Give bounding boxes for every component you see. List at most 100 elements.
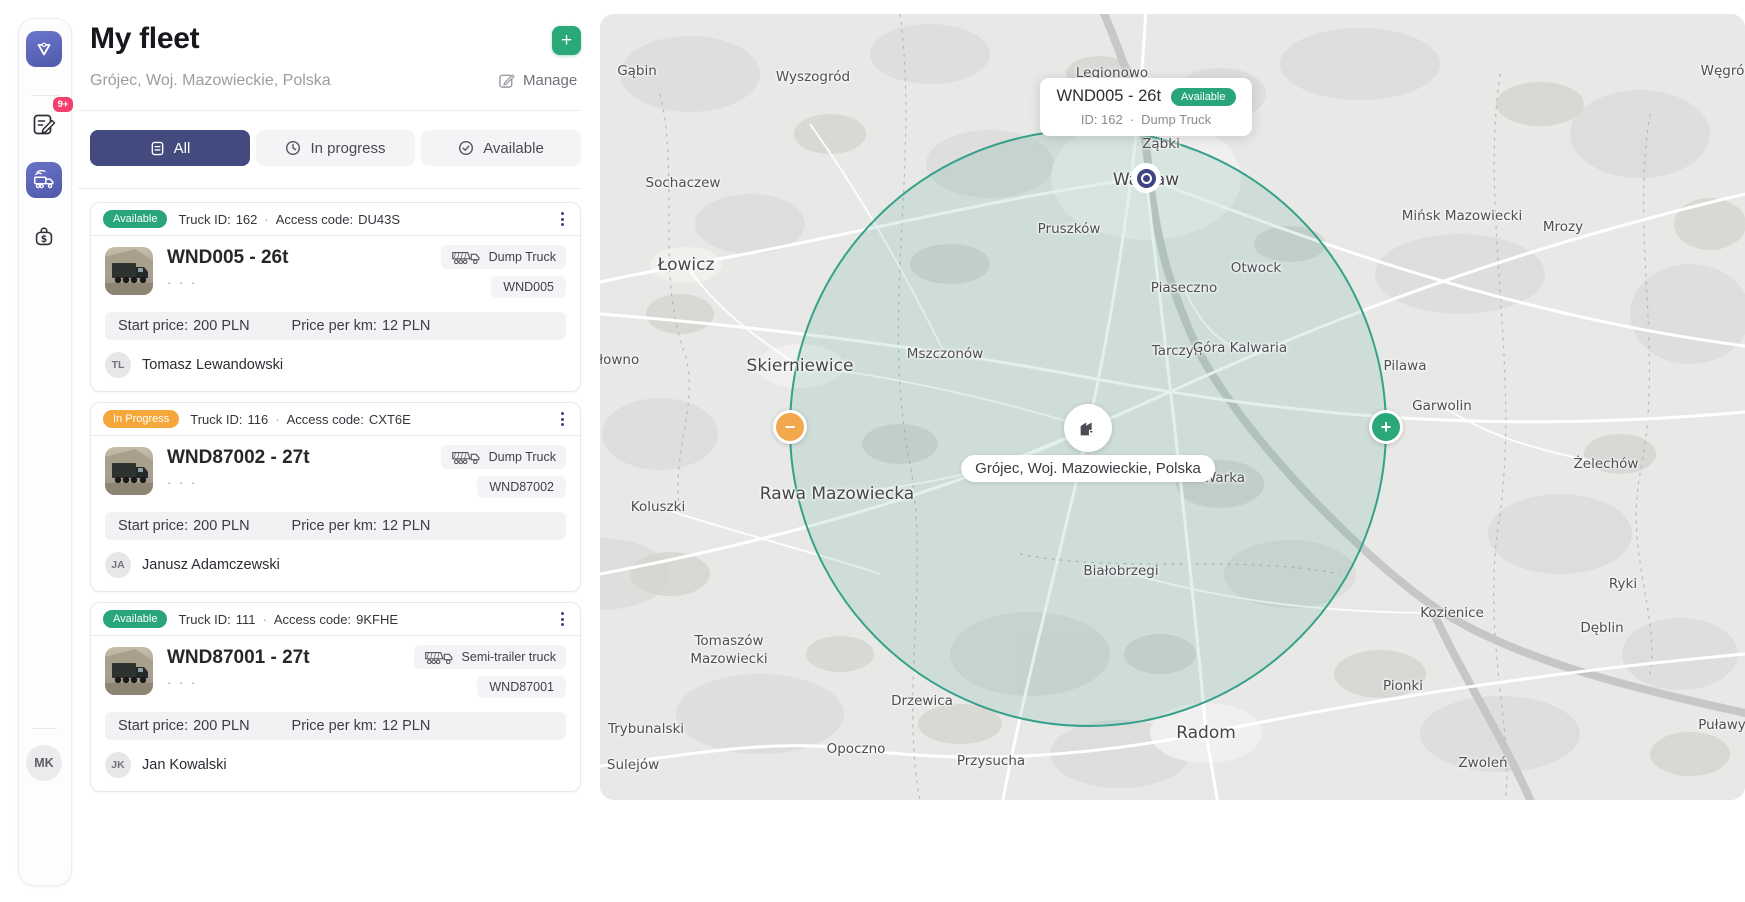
truck-card[interactable]: In Progress Truck ID:116 · Access code:C… — [90, 402, 581, 592]
map-city-label: Gąbin — [617, 63, 657, 79]
logo-icon — [33, 38, 55, 60]
map-city-label: Ryki — [1609, 576, 1637, 592]
app-logo[interactable] — [26, 31, 62, 67]
map-city-label: Drzewica — [891, 693, 953, 709]
app-window: 9+ $ MK My fleet + Grójec, Woj. Mazowiec… — [0, 0, 1745, 902]
card-menu-button[interactable] — [557, 408, 568, 430]
card-menu-button[interactable] — [557, 608, 568, 630]
rail-divider — [31, 95, 59, 96]
fleet-base-label: Grójec, Woj. Mazowieckie, Polska — [961, 455, 1215, 482]
add-truck-button[interactable]: + — [552, 26, 581, 55]
notification-badge: 9+ — [53, 97, 73, 112]
plate-tag: WND005 — [491, 276, 566, 298]
truck-card[interactable]: Available Truck ID:162 · Access code:DU4… — [90, 202, 581, 392]
tab-available-label: Available — [483, 140, 544, 157]
owner-name: Janusz Adamczewski — [142, 557, 280, 573]
status-badge: Available — [103, 610, 167, 628]
popup-truck-name: WND005 - 26t — [1057, 87, 1162, 106]
check-circle-icon — [458, 140, 474, 156]
note-edit-icon — [31, 112, 57, 138]
fleet-location-subtitle: Grójec, Woj. Mazowieckie, Polska — [90, 72, 331, 90]
truck-name: WND87002 - 27t — [167, 447, 310, 469]
owner-row: JK Jan Kowalski — [105, 752, 227, 778]
sidebar-item-fleet[interactable] — [26, 162, 62, 198]
popup-status-badge: Available — [1171, 88, 1235, 106]
map-city-label: Ząbki — [1142, 136, 1180, 152]
tab-all-label: All — [174, 140, 191, 157]
map-city-label: Białobrzegi — [1083, 563, 1158, 579]
map-city-label: Węgrów — [1701, 63, 1745, 79]
card-menu-button[interactable] — [557, 208, 568, 230]
clock-icon — [285, 140, 301, 156]
map-city-label: Zwoleń — [1458, 755, 1507, 771]
owner-row: TL Tomasz Lewandowski — [105, 352, 283, 378]
price-bar: Start price:200 PLN Price per km:12 PLN — [105, 312, 566, 340]
truck-photo — [105, 247, 153, 295]
fleet-base-marker[interactable] — [1064, 404, 1112, 452]
radius-increase-button[interactable]: + — [1369, 410, 1403, 444]
dump-truck-icon — [451, 249, 481, 265]
tab-all[interactable]: All — [90, 130, 250, 166]
card-header: Available Truck ID:111 · Access code:9KF… — [91, 603, 580, 636]
map-city-label: Przysucha — [957, 753, 1025, 769]
sidebar-rail: 9+ $ MK — [18, 18, 72, 886]
truck-meta: Truck ID:116 · Access code:CXT6E — [190, 412, 411, 427]
map-city-label: Głowno — [600, 352, 639, 368]
price-bar: Start price:200 PLN Price per km:12 PLN — [105, 512, 566, 540]
warehouse-icon — [1077, 417, 1099, 439]
map-city-label: Mazowiecki — [690, 651, 767, 667]
map-city-label: Kozienice — [1420, 605, 1484, 621]
owner-name: Jan Kowalski — [142, 757, 227, 773]
map-city-label: Pilawa — [1384, 358, 1427, 374]
rail-divider-bottom — [33, 728, 57, 729]
map-city-label: Żelechów — [1574, 456, 1639, 472]
map-canvas[interactable]: GąbinWyszogródLegionowoWęgrówSochaczewZą… — [600, 14, 1745, 800]
truck-description-ellipsis: · · · — [167, 475, 197, 490]
map-city-label: Opoczno — [827, 741, 886, 757]
map-city-label: Wyszogród — [776, 69, 850, 85]
truck-type-badge: Dump Truck — [441, 245, 566, 269]
map-city-label: Puławy — [1698, 717, 1745, 733]
edit-square-icon — [498, 72, 515, 89]
map-city-label: Mrozy — [1543, 219, 1583, 235]
truck-location-marker[interactable] — [1131, 163, 1161, 193]
card-header: In Progress Truck ID:116 · Access code:C… — [91, 403, 580, 436]
truck-type-badge: Dump Truck — [441, 445, 566, 469]
manage-button[interactable]: Manage — [498, 72, 577, 89]
truck-type-badge: Semi-trailer truck — [414, 645, 566, 669]
radius-decrease-button[interactable]: − — [773, 410, 807, 444]
money-bag-icon: $ — [31, 224, 57, 250]
truck-icon — [32, 168, 56, 192]
tab-available[interactable]: Available — [421, 130, 581, 166]
user-avatar[interactable]: MK — [26, 745, 62, 781]
truck-photo — [105, 447, 153, 495]
map-city-label: Pionki — [1383, 678, 1423, 694]
truck-photo — [105, 647, 153, 695]
plate-tag: WND87001 — [477, 676, 566, 698]
price-bar: Start price:200 PLN Price per km:12 PLN — [105, 712, 566, 740]
sidebar-item-orders[interactable] — [28, 109, 60, 141]
map-city-label: Rawa Mazowiecka — [760, 484, 914, 504]
map-city-label: Trybunalski — [608, 721, 684, 737]
page-title: My fleet — [90, 22, 199, 56]
map-city-label: Tomaszów — [694, 633, 763, 649]
sidebar-item-payments[interactable]: $ — [28, 221, 60, 253]
map-city-label: Dęblin — [1580, 620, 1623, 636]
svg-text:$: $ — [41, 234, 47, 245]
map-city-label: Piaseczno — [1151, 280, 1218, 296]
owner-row: JA Janusz Adamczewski — [105, 552, 280, 578]
tab-in-progress[interactable]: In progress — [256, 130, 415, 166]
map-city-label: Sochaczew — [646, 175, 721, 191]
owner-name: Tomasz Lewandowski — [142, 357, 283, 373]
map-city-label: Skierniewice — [747, 356, 854, 376]
truck-description-ellipsis: · · · — [167, 275, 197, 290]
status-badge: In Progress — [103, 410, 179, 428]
tab-in-progress-label: In progress — [310, 140, 385, 157]
dump-truck-icon — [451, 449, 481, 465]
truck-description-ellipsis: · · · — [167, 675, 197, 690]
map-city-label: Garwolin — [1412, 398, 1472, 414]
map-city-label: Łowicz — [658, 255, 715, 275]
truck-card[interactable]: Available Truck ID:111 · Access code:9KF… — [90, 602, 581, 792]
semi-trailer-truck-icon — [424, 649, 454, 665]
plate-tag: WND87002 — [477, 476, 566, 498]
